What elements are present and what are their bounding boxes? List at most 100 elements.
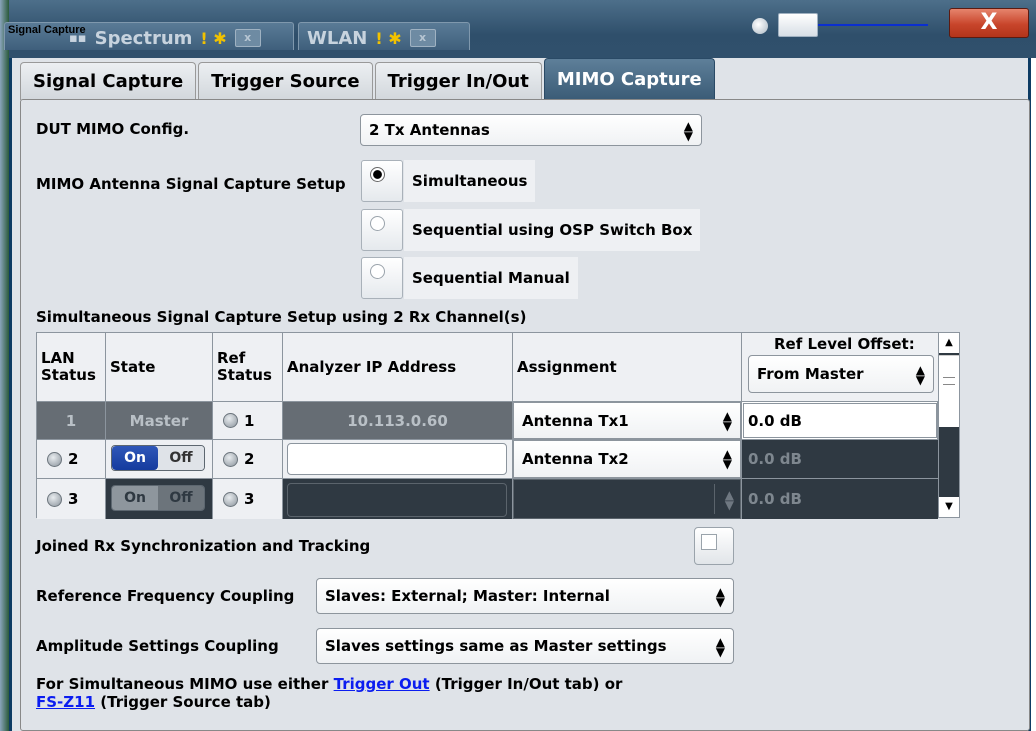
col-header-analyzer-ip: Analyzer IP Address xyxy=(283,333,512,401)
spin-arrows-icon: ▲ ▼ xyxy=(715,635,725,659)
rx-channel-table: LAN Status State Ref Status Analyzer IP … xyxy=(36,332,939,519)
radio-sequential-manual[interactable] xyxy=(361,257,403,299)
col-header-assignment: Assignment xyxy=(513,333,741,401)
row3-ref-number: 3 xyxy=(244,490,255,508)
dut-mimo-config-value: 2 Tx Antennas xyxy=(369,121,490,139)
col-header-ref-status: Ref Status xyxy=(213,333,282,401)
row2-state-toggle[interactable]: On Off xyxy=(111,445,205,471)
alert-star-icon: ! ✱ xyxy=(200,28,227,48)
dut-mimo-config-select[interactable]: 2 Tx Antennas ▲ ▼ xyxy=(360,114,702,146)
row2-analyzer-ip-input[interactable] xyxy=(287,443,507,475)
row1-ref-level-offset-input[interactable]: 0.0 dB xyxy=(743,403,937,438)
row3-analyzer-ip-input xyxy=(287,483,507,517)
window-edge xyxy=(0,0,9,731)
row2-lan-number: 2 xyxy=(68,450,79,468)
row1-analyzer-ip: 10.113.0.60 xyxy=(283,402,512,439)
row3-state-toggle: On Off xyxy=(111,485,205,511)
status-indicator-icon xyxy=(47,491,62,507)
amplitude-coupling-label: Amplitude Settings Coupling xyxy=(36,637,279,655)
row3-lan-number: 3 xyxy=(68,490,79,508)
grid-line xyxy=(512,333,513,519)
row3-lan-status: 3 xyxy=(37,479,105,519)
joined-rx-checkbox[interactable] xyxy=(694,527,734,565)
radio-dot-icon xyxy=(370,167,385,182)
dialog-title: Signal Capture xyxy=(8,24,86,36)
row1-assignment-select[interactable]: Antenna Tx1 ▲ ▼ xyxy=(513,402,741,439)
combo-divider xyxy=(714,484,715,514)
spin-arrows-icon: ▲ ▼ xyxy=(724,488,734,512)
row3-off-button: Off xyxy=(158,486,204,510)
row3-ref-status: 3 xyxy=(213,479,282,519)
row1-lan-status: 1 xyxy=(37,402,105,439)
close-button[interactable]: X xyxy=(949,8,1029,38)
scroll-down-icon[interactable]: ▼ xyxy=(939,497,959,517)
mimo-note: For Simultaneous MIMO use either Trigger… xyxy=(36,675,696,711)
checkbox-box-icon xyxy=(701,534,717,550)
radio-sequential-osp[interactable] xyxy=(361,209,403,251)
transparency-slider[interactable] xyxy=(778,13,930,37)
table-scrollbar[interactable]: ▲ ▼ xyxy=(938,332,960,518)
radio-simultaneous[interactable] xyxy=(361,160,403,202)
ref-freq-coupling-select[interactable]: Slaves: External; Master: Internal ▲ ▼ xyxy=(316,578,734,614)
row1-state: Master xyxy=(106,402,212,439)
row2-ip-cell xyxy=(283,440,512,478)
ref-freq-coupling-label: Reference Frequency Coupling xyxy=(36,587,295,605)
col-header-ref-level-offset: Ref Level Offset: From Master ▲ ▼ xyxy=(742,333,938,401)
note-text: (Trigger Source tab) xyxy=(95,693,271,711)
row2-ref-level-offset: 0.0 dB xyxy=(742,440,938,478)
row3-ref-level-offset: 0.0 dB xyxy=(742,479,938,519)
ref-level-mode-value: From Master xyxy=(757,365,864,383)
radio-dot-icon xyxy=(370,216,385,231)
row2-off-button[interactable]: Off xyxy=(158,446,204,470)
bg-tab-wlan[interactable]: WLAN ! ✱ x xyxy=(298,22,470,50)
close-tab-icon[interactable]: x xyxy=(409,29,436,47)
spin-arrows-icon: ▲ ▼ xyxy=(722,447,732,471)
bg-tab-wlan-label: WLAN xyxy=(307,27,368,49)
trigger-out-link[interactable]: Trigger Out xyxy=(334,675,430,693)
row2-assignment-value: Antenna Tx2 xyxy=(522,450,629,468)
tab-signal-capture[interactable]: Signal Capture xyxy=(20,62,197,100)
grid-line xyxy=(37,478,939,479)
row2-lan-status: 2 xyxy=(37,440,105,478)
status-dot-icon xyxy=(752,18,768,34)
simultaneous-section-label: Simultaneous Signal Capture Setup using … xyxy=(36,308,527,326)
fs-z11-link[interactable]: FS-Z11 xyxy=(36,693,95,711)
note-text: (Trigger In/Out tab) or xyxy=(429,675,623,693)
slider-knob[interactable] xyxy=(778,13,818,37)
scroll-thumb[interactable] xyxy=(939,355,959,427)
row2-on-button[interactable]: On xyxy=(112,446,158,470)
joined-rx-label: Joined Rx Synchronization and Tracking xyxy=(36,537,371,555)
amplitude-coupling-select[interactable]: Slaves settings same as Master settings … xyxy=(316,628,734,664)
spin-arrows-icon: ▲ ▼ xyxy=(722,409,732,433)
spin-arrows-icon: ▲ ▼ xyxy=(715,585,725,609)
radio-dot-icon xyxy=(370,264,385,279)
grid-line xyxy=(741,333,742,519)
row2-state-cell: On Off xyxy=(106,440,212,478)
status-indicator-icon xyxy=(223,451,238,467)
grid-line xyxy=(282,333,283,519)
status-indicator-icon xyxy=(223,413,238,428)
tab-trigger-source[interactable]: Trigger Source xyxy=(198,62,373,100)
scroll-up-icon[interactable]: ▲ xyxy=(939,333,959,353)
row1-assignment-value: Antenna Tx1 xyxy=(522,411,629,430)
slider-track[interactable] xyxy=(818,24,928,26)
col-header-lan-status: LAN Status xyxy=(37,333,105,401)
grip-icon xyxy=(943,377,955,385)
close-tab-icon[interactable]: x xyxy=(234,29,261,47)
radio-sequential-osp-label[interactable]: Sequential using OSP Switch Box xyxy=(404,209,701,251)
tab-trigger-in-out[interactable]: Trigger In/Out xyxy=(374,62,542,100)
grid-line xyxy=(105,333,106,519)
radio-simultaneous-label[interactable]: Simultaneous xyxy=(404,160,536,202)
alert-star-icon: ! ✱ xyxy=(375,28,402,48)
row3-state-cell: On Off xyxy=(106,479,212,519)
row1-ref-number: 1 xyxy=(244,411,255,430)
row3-ip-cell xyxy=(283,479,512,519)
grid-line xyxy=(37,401,939,402)
radio-sequential-manual-label[interactable]: Sequential Manual xyxy=(404,257,578,299)
row2-assignment-select[interactable]: Antenna Tx2 ▲ ▼ xyxy=(513,440,741,478)
status-indicator-icon xyxy=(47,451,62,467)
spin-arrows-icon: ▲ ▼ xyxy=(683,119,693,143)
tab-mimo-capture[interactable]: MIMO Capture xyxy=(543,58,715,100)
ref-level-mode-select[interactable]: From Master ▲ ▼ xyxy=(748,355,934,393)
row2-ref-number: 2 xyxy=(244,450,255,468)
